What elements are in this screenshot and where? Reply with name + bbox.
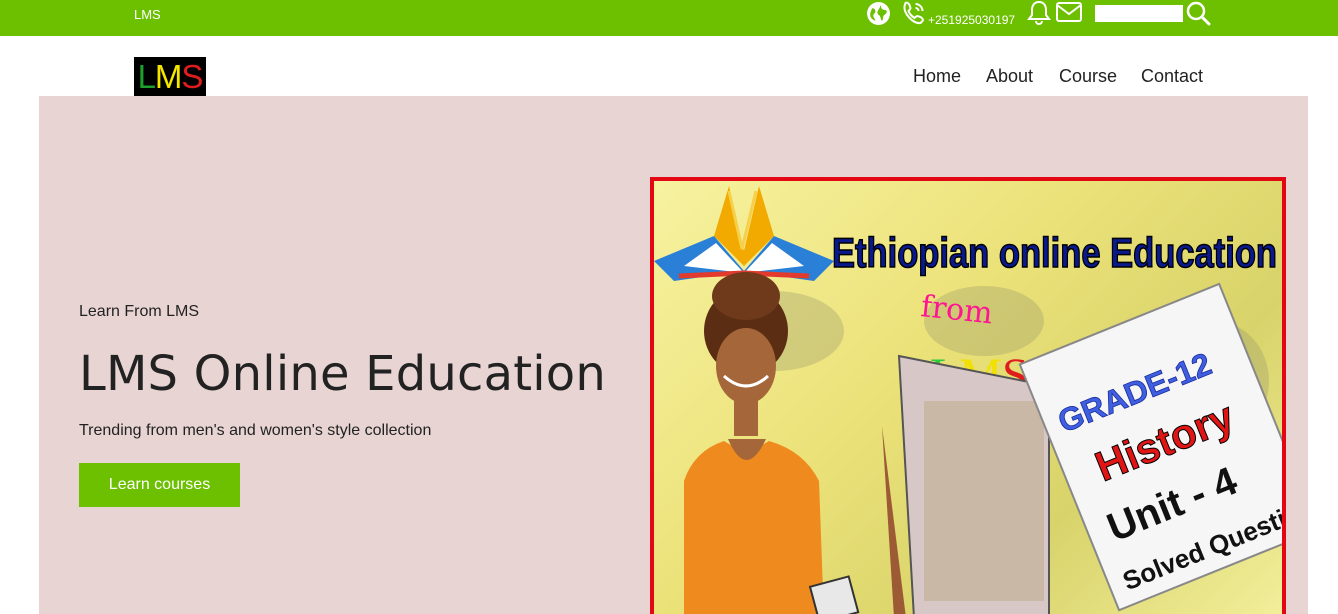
hero-section: Learn From LMS LMS Online Education Tren… (39, 96, 1308, 614)
bell-icon[interactable] (1026, 0, 1052, 26)
book-illustration (882, 354, 1050, 614)
logo-letter-l: L (137, 58, 156, 95)
mail-icon[interactable] (1055, 1, 1083, 23)
banner-headline: Ethiopian online Education (832, 229, 1277, 276)
hero-title: LMS Online Education (79, 346, 606, 402)
globe-icon[interactable] (866, 1, 891, 26)
logo-letter-m: M (154, 58, 182, 95)
search-input[interactable] (1095, 5, 1183, 22)
site-logo[interactable]: LMS (134, 57, 206, 96)
logo-letter-s: S (181, 58, 203, 95)
hero-banner-image: Ethiopian online Education from LMS GRAD… (650, 177, 1286, 614)
grade-card: GRADE-12 History Unit - 4 Solved Questio… (1018, 282, 1282, 612)
hero-subtitle: Trending from men's and women's style co… (79, 422, 432, 439)
top-bar-brand[interactable]: LMS (134, 7, 161, 22)
hero-eyebrow: Learn From LMS (79, 303, 200, 320)
nav-contact[interactable]: Contact (1141, 66, 1203, 87)
book-logo-icon (654, 186, 834, 281)
phone-icon[interactable] (900, 0, 927, 26)
learn-courses-button[interactable]: Learn courses (79, 463, 240, 507)
nav-course[interactable]: Course (1059, 66, 1117, 87)
phone-number[interactable]: +251925030197 (928, 13, 1015, 27)
nav-about[interactable]: About (986, 66, 1033, 87)
nav-home[interactable]: Home (913, 66, 961, 87)
search-icon[interactable] (1185, 0, 1211, 26)
top-bar: LMS +251925030197 (0, 0, 1338, 36)
banner-artwork: Ethiopian online Education from LMS GRAD… (654, 186, 1282, 614)
banner-from: from (919, 289, 994, 331)
